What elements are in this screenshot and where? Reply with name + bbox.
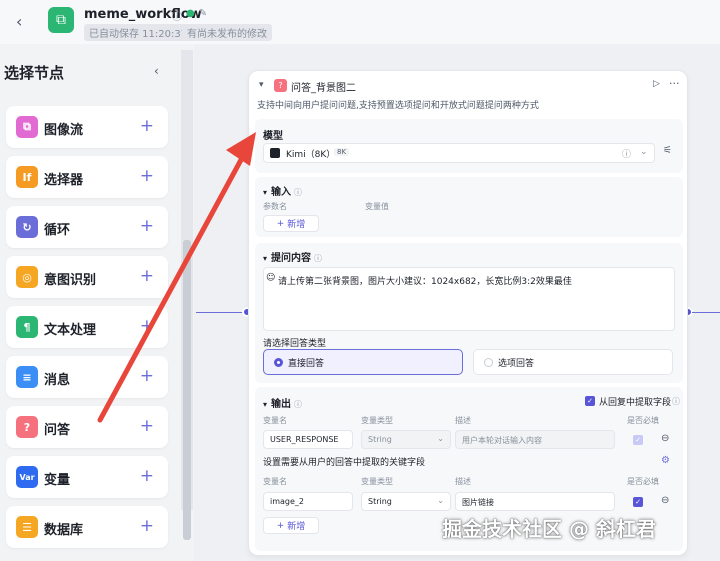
arrow-shaft xyxy=(97,155,245,423)
watermark: 掘金技术社区 @ 斜杠君 xyxy=(442,517,656,541)
annotation-arrow xyxy=(97,132,256,423)
